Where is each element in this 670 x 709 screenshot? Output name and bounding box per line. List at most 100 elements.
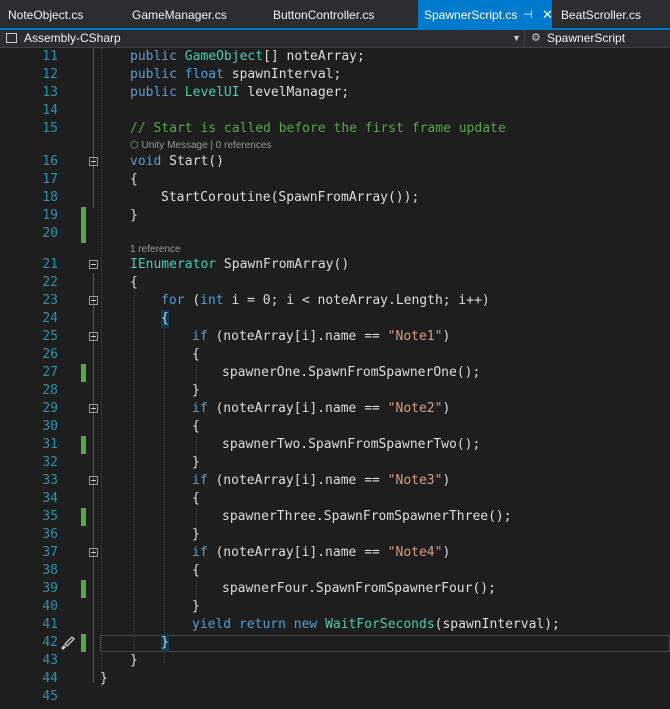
codelens-unity-message[interactable]: ⬡ Unity Message | 0 references (130, 139, 271, 153)
line-number: 35 (42, 509, 58, 524)
code-line: 39 spawnerFour.SpawnFromSpawnerFour(); (0, 580, 670, 598)
string-literal: "Note1" (387, 329, 443, 344)
line-number: 44 (42, 671, 58, 686)
collapse-icon[interactable] (89, 260, 98, 269)
line-number: 16 (42, 154, 58, 169)
change-marker (81, 225, 86, 243)
collapse-icon[interactable] (89, 404, 98, 413)
code-text: spawnInterval; (231, 67, 342, 82)
line-number: 43 (42, 653, 58, 668)
keyword: public (130, 49, 177, 64)
code-line: 30 { (0, 418, 670, 436)
collapse-icon[interactable] (89, 548, 98, 557)
code-editor[interactable]: 11 public GameObject[] noteArray; 12 pub… (0, 48, 670, 709)
tab-label: NoteObject.cs (8, 8, 84, 22)
code-text: spawnerThree.SpawnFromSpawnerThree(); (222, 509, 512, 524)
code-text: (noteArray[i].name == (215, 329, 388, 344)
line-number: 40 (42, 599, 58, 614)
project-dropdown[interactable]: Assembly-CSharp ▼ (0, 30, 525, 47)
code-text: (noteArray[i].name == (215, 401, 388, 416)
type-name: WaitForSeconds (325, 617, 435, 632)
line-number: 30 (42, 419, 58, 434)
code-line: 37 if (noteArray[i].name == "Note4") (0, 544, 670, 562)
line-number: 39 (42, 581, 58, 596)
collapse-icon[interactable] (89, 332, 98, 341)
code-text: } (130, 653, 138, 668)
line-number: 32 (42, 455, 58, 470)
code-line: 11 public GameObject[] noteArray; (0, 48, 670, 66)
type-name: IEnumerator (130, 257, 217, 272)
tab-label: SpawnerScript.cs (424, 8, 518, 22)
code-line: 40 } (0, 598, 670, 616)
collapse-icon[interactable] (89, 157, 98, 166)
chevron-down-icon[interactable]: ▼ (512, 30, 521, 47)
line-number: 28 (42, 383, 58, 398)
code-text: } (130, 208, 138, 223)
code-text: } (100, 671, 108, 686)
code-line: 13 public LevelUI levelManager; (0, 84, 670, 102)
code-line: 15 // Start is called before the first f… (0, 120, 670, 138)
code-line: 19 } (0, 207, 670, 225)
code-line: 27 spawnerOne.SpawnFromSpawnerOne(); (0, 364, 670, 382)
type-name: GameObject (184, 49, 264, 64)
code-line: 16 void Start() (0, 153, 670, 171)
project-icon (6, 33, 17, 43)
change-marker (81, 508, 86, 526)
keyword: public (130, 85, 177, 100)
code-line: 43 } (0, 652, 670, 670)
close-icon[interactable]: ✕ (542, 0, 553, 30)
tab-beatscroller[interactable]: BeatScroller.cs (555, 0, 647, 28)
code-line: 18 StartCoroutine(SpawnFromArray()); (0, 189, 670, 207)
change-marker (81, 634, 86, 652)
code-line: 12 public float spawnInterval; (0, 66, 670, 84)
tab-buttoncontroller[interactable]: ButtonController.cs (267, 0, 380, 28)
collapse-icon[interactable] (89, 476, 98, 485)
keyword: float (184, 67, 224, 82)
change-marker (81, 580, 86, 598)
code-text: } (192, 455, 200, 470)
line-number: 18 (42, 190, 58, 205)
tab-label: ButtonController.cs (273, 8, 375, 22)
keyword: return (238, 617, 286, 632)
line-number: 26 (42, 347, 58, 362)
code-text: levelManager; (247, 85, 350, 100)
string-literal: "Note2" (387, 401, 443, 416)
code-line: 23 for (int i = 0; i < noteArray.Length;… (0, 292, 670, 310)
code-line: 42 } (0, 634, 670, 652)
document-tab-strip: NoteObject.cs GameManager.cs ButtonContr… (0, 0, 670, 30)
line-number: 31 (42, 437, 58, 452)
codelens-references[interactable]: 1 reference (130, 243, 181, 257)
paintbrush-icon[interactable] (59, 636, 75, 650)
code-text: i = 0; i < noteArray.Length; i++) (231, 293, 490, 308)
line-number: 36 (42, 527, 58, 542)
keyword: new (293, 617, 318, 632)
tab-noteobject[interactable]: NoteObject.cs (2, 0, 89, 28)
string-literal: "Note4" (387, 545, 443, 560)
code-text: { (130, 275, 138, 290)
tab-gamemanager[interactable]: GameManager.cs (126, 0, 233, 28)
class-dropdown[interactable]: SpawnerScript (547, 30, 625, 47)
line-number: 21 (42, 257, 58, 272)
line-number: 22 (42, 275, 58, 290)
keyword: if (192, 329, 208, 344)
line-number: 38 (42, 563, 58, 578)
line-number: 14 (42, 103, 58, 118)
pin-icon[interactable]: ⊣ (523, 0, 533, 30)
tab-spawnerscript[interactable]: SpawnerScript.cs ⊣ ✕ (418, 0, 553, 30)
code-line: 34 { (0, 490, 670, 508)
code-text: SpawnFromArray() (223, 257, 350, 272)
matched-brace: } (161, 634, 169, 652)
line-number: 11 (42, 49, 58, 64)
line-number: 23 (42, 293, 58, 308)
code-line: 20 (0, 225, 670, 243)
collapse-icon[interactable] (89, 296, 98, 305)
code-text: (noteArray[i].name == (215, 545, 388, 560)
code-line: 41 yield return new WaitForSeconds(spawn… (0, 616, 670, 634)
tab-label: BeatScroller.cs (561, 8, 642, 22)
keyword: void (130, 154, 162, 169)
code-text: ) (442, 473, 451, 488)
line-number: 12 (42, 67, 58, 82)
line-number: 19 (42, 208, 58, 223)
code-text: Start() (169, 154, 224, 169)
code-text: [] noteArray; (263, 49, 365, 64)
